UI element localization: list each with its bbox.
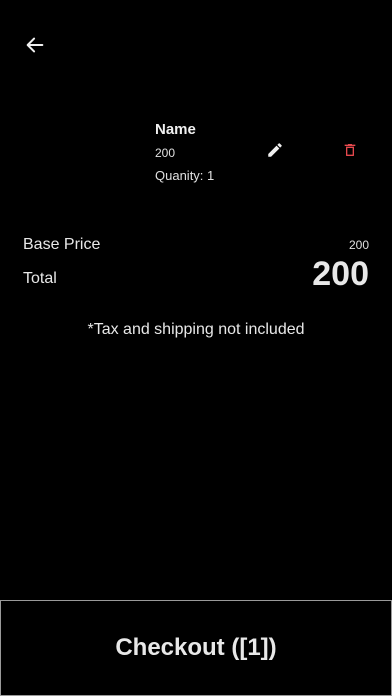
edit-item-button[interactable] <box>265 142 285 162</box>
checkout-button[interactable]: Checkout ([1]) <box>0 600 392 696</box>
base-price-value: 200 <box>348 238 369 252</box>
base-price-label: Base Price <box>23 236 101 253</box>
cart-item: Name 200 Quanity: 1 <box>155 120 375 190</box>
arrow-left-icon <box>24 34 46 61</box>
tax-shipping-note: *Tax and shipping not included <box>87 321 305 338</box>
trash-icon <box>342 141 358 164</box>
back-button[interactable] <box>22 34 48 60</box>
item-price: 200 <box>155 146 176 160</box>
item-quantity: Quanity: 1 <box>155 168 215 183</box>
total-label: Total <box>23 270 57 287</box>
item-name: Name <box>155 121 196 138</box>
total-value: 200 <box>312 255 369 293</box>
delete-item-button[interactable] <box>340 142 360 162</box>
pencil-icon <box>266 141 284 164</box>
checkout-label: Checkout ([1]) <box>115 634 277 661</box>
